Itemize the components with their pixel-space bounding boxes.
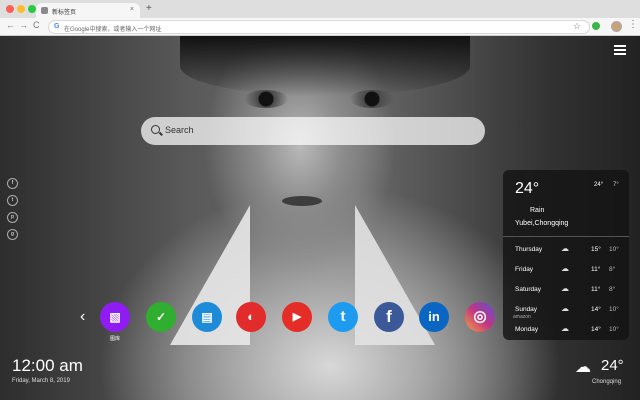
weather-high: 24°: [594, 182, 604, 188]
weather-low: 7°: [613, 182, 619, 188]
maximize-window-button[interactable]: [28, 5, 36, 13]
extension-icon[interactable]: [592, 22, 600, 30]
app-instagram-icon[interactable]: ◎: [465, 302, 495, 332]
close-window-button[interactable]: [6, 5, 14, 13]
app-twitter-icon[interactable]: t: [328, 302, 358, 332]
browser-tab[interactable]: 新标签页 ×: [36, 3, 140, 18]
side-share-icons: f t p g: [7, 178, 18, 246]
rain-cloud-icon: ☁: [561, 284, 569, 293]
tab-favicon-icon: [41, 7, 48, 14]
app-youtube-icon[interactable]: ▶: [282, 302, 312, 332]
forward-icon[interactable]: →: [19, 20, 28, 30]
browser-toolbar: ← → C G 在Google中搜索，或者输入一个网址 ☆ ⋮: [0, 18, 640, 36]
forecast-day: Saturday: [515, 286, 542, 293]
forecast-day: Friday: [515, 266, 534, 273]
forecast-high: 11°: [591, 266, 601, 273]
forecast-row: Saturday ☁ 11° 8°: [503, 281, 629, 299]
forecast-row: Thursday ☁ 15° 10°: [503, 241, 629, 259]
browser-menu-icon[interactable]: ⋮: [628, 19, 638, 30]
forecast-low: 8°: [609, 286, 616, 293]
app-facebook-icon[interactable]: f: [374, 302, 404, 332]
menu-hamburger-icon[interactable]: [614, 45, 626, 57]
rain-cloud-icon: ☁: [561, 264, 569, 273]
forecast-high: 14°: [591, 326, 601, 333]
bottom-weather-city: Chongqing: [592, 379, 622, 385]
weather-city: Yubei,Chongqing: [515, 220, 569, 227]
forecast-low: 8°: [609, 266, 616, 273]
back-icon[interactable]: ←: [6, 20, 15, 30]
rain-cloud-icon: ☁: [561, 324, 569, 333]
address-bar[interactable]: G 在Google中搜索，或者输入一个网址 ☆: [48, 20, 590, 34]
search-icon: [151, 125, 160, 134]
side-twitter-icon[interactable]: t: [7, 195, 18, 206]
forecast-day: Monday: [515, 326, 539, 333]
forecast-day: Thursday: [515, 246, 543, 253]
app-notes-icon[interactable]: ▤: [192, 302, 222, 332]
forecast-low: 10°: [609, 306, 619, 313]
background-eye-right: [350, 90, 394, 108]
forecast-low: 10°: [609, 246, 619, 253]
cloud-icon: ☁: [575, 359, 591, 376]
browser-tabstrip: 新标签页 × +: [0, 0, 640, 18]
clock-time: 12:00 am: [12, 356, 83, 375]
bookmark-star-icon[interactable]: ☆: [573, 21, 581, 32]
google-icon: G: [54, 23, 60, 30]
side-google-icon[interactable]: g: [7, 229, 18, 240]
weather-divider: [503, 236, 629, 237]
forecast-low: 10°: [609, 326, 619, 333]
weather-current-temp: 24°: [515, 180, 540, 197]
weather-condition: Rain: [530, 207, 545, 214]
bottom-weather-temp[interactable]: 24°: [601, 357, 624, 374]
app-gallery-label: 图库: [109, 336, 120, 342]
forecast-high: 14°: [591, 306, 601, 313]
forecast-day: Sunday: [515, 306, 538, 313]
clock-date: Friday, March 8, 2019: [12, 378, 70, 384]
side-pinterest-icon[interactable]: p: [7, 212, 18, 223]
forecast-row: Friday ☁ 11° 8°: [503, 261, 629, 279]
cloud-icon: ☁: [561, 244, 569, 253]
background-hair-shape: [180, 36, 470, 96]
background-mouth: [282, 196, 322, 206]
address-placeholder: 在Google中搜索，或者输入一个网址: [64, 26, 162, 33]
search-bar[interactable]: Search: [141, 117, 485, 145]
app-tasks-icon[interactable]: ✓: [146, 302, 176, 332]
tab-title: 新标签页: [52, 10, 77, 16]
reload-icon[interactable]: C: [33, 20, 40, 30]
side-facebook-icon[interactable]: f: [7, 178, 18, 189]
background-eye-left: [244, 90, 288, 108]
new-tab-button[interactable]: +: [146, 3, 152, 14]
forecast-row: Monday ☁ 14° 10°: [503, 321, 629, 339]
profile-avatar[interactable]: [611, 21, 622, 32]
app-gallery-icon[interactable]: ▧: [100, 302, 130, 332]
app-linkedin-icon[interactable]: in: [419, 302, 449, 332]
minimize-window-button[interactable]: [17, 5, 25, 13]
forecast-high: 11°: [591, 286, 601, 293]
previous-apps-arrow-icon[interactable]: ‹: [80, 308, 85, 326]
app-web-store-icon[interactable]: ◐: [236, 302, 266, 332]
forecast-high: 15°: [591, 246, 601, 253]
search-placeholder: Search: [165, 125, 194, 135]
amazon-label[interactable]: amazon: [513, 314, 531, 320]
rain-cloud-icon: ☁: [561, 304, 569, 313]
tab-close-icon[interactable]: ×: [130, 6, 134, 13]
